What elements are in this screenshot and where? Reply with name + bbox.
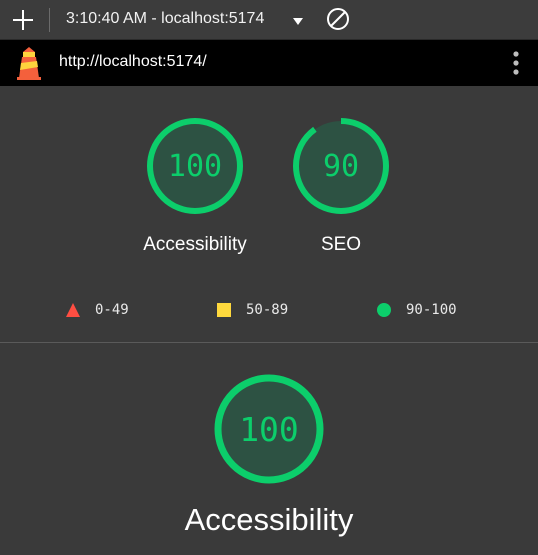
kebab-menu-icon[interactable]: [510, 50, 522, 76]
block-icon[interactable]: [326, 7, 350, 31]
caret-down-icon[interactable]: [292, 14, 304, 25]
legend-item-pass: 90-100: [376, 300, 457, 320]
square-icon: [217, 303, 231, 317]
window-title: 3:10:40 AM - localhost:5174: [66, 10, 265, 27]
toolbar-separator: [49, 8, 50, 32]
gauge-score: 100: [167, 148, 223, 184]
seo-gauge[interactable]: 90: [291, 116, 391, 216]
category-gauge: 100: [213, 373, 325, 485]
gauge-score: 90: [322, 148, 360, 184]
category-title: Accessibility: [184, 502, 354, 537]
section-divider: [0, 342, 538, 343]
gauge-label-seo: SEO: [320, 234, 362, 255]
legend-item-fail: 0-49: [65, 300, 129, 320]
accessibility-gauge[interactable]: 100: [145, 116, 245, 216]
triangle-icon: [66, 303, 80, 317]
url-bar: http://localhost:5174/: [0, 40, 538, 86]
legend-range: 0-49: [95, 302, 129, 318]
window-toolbar: 3:10:40 AM - localhost:5174: [0, 0, 538, 40]
legend-item-average: 50-89: [216, 300, 288, 320]
circle-icon: [377, 303, 391, 317]
lighthouse-logo-icon: [14, 46, 44, 80]
gauge-label-accessibility: Accessibility: [143, 234, 247, 255]
plus-icon[interactable]: [10, 7, 36, 33]
legend-range: 90-100: [406, 302, 457, 318]
gauge-score: 100: [239, 409, 299, 449]
url-text[interactable]: http://localhost:5174/: [59, 53, 207, 71]
legend-range: 50-89: [246, 302, 289, 318]
